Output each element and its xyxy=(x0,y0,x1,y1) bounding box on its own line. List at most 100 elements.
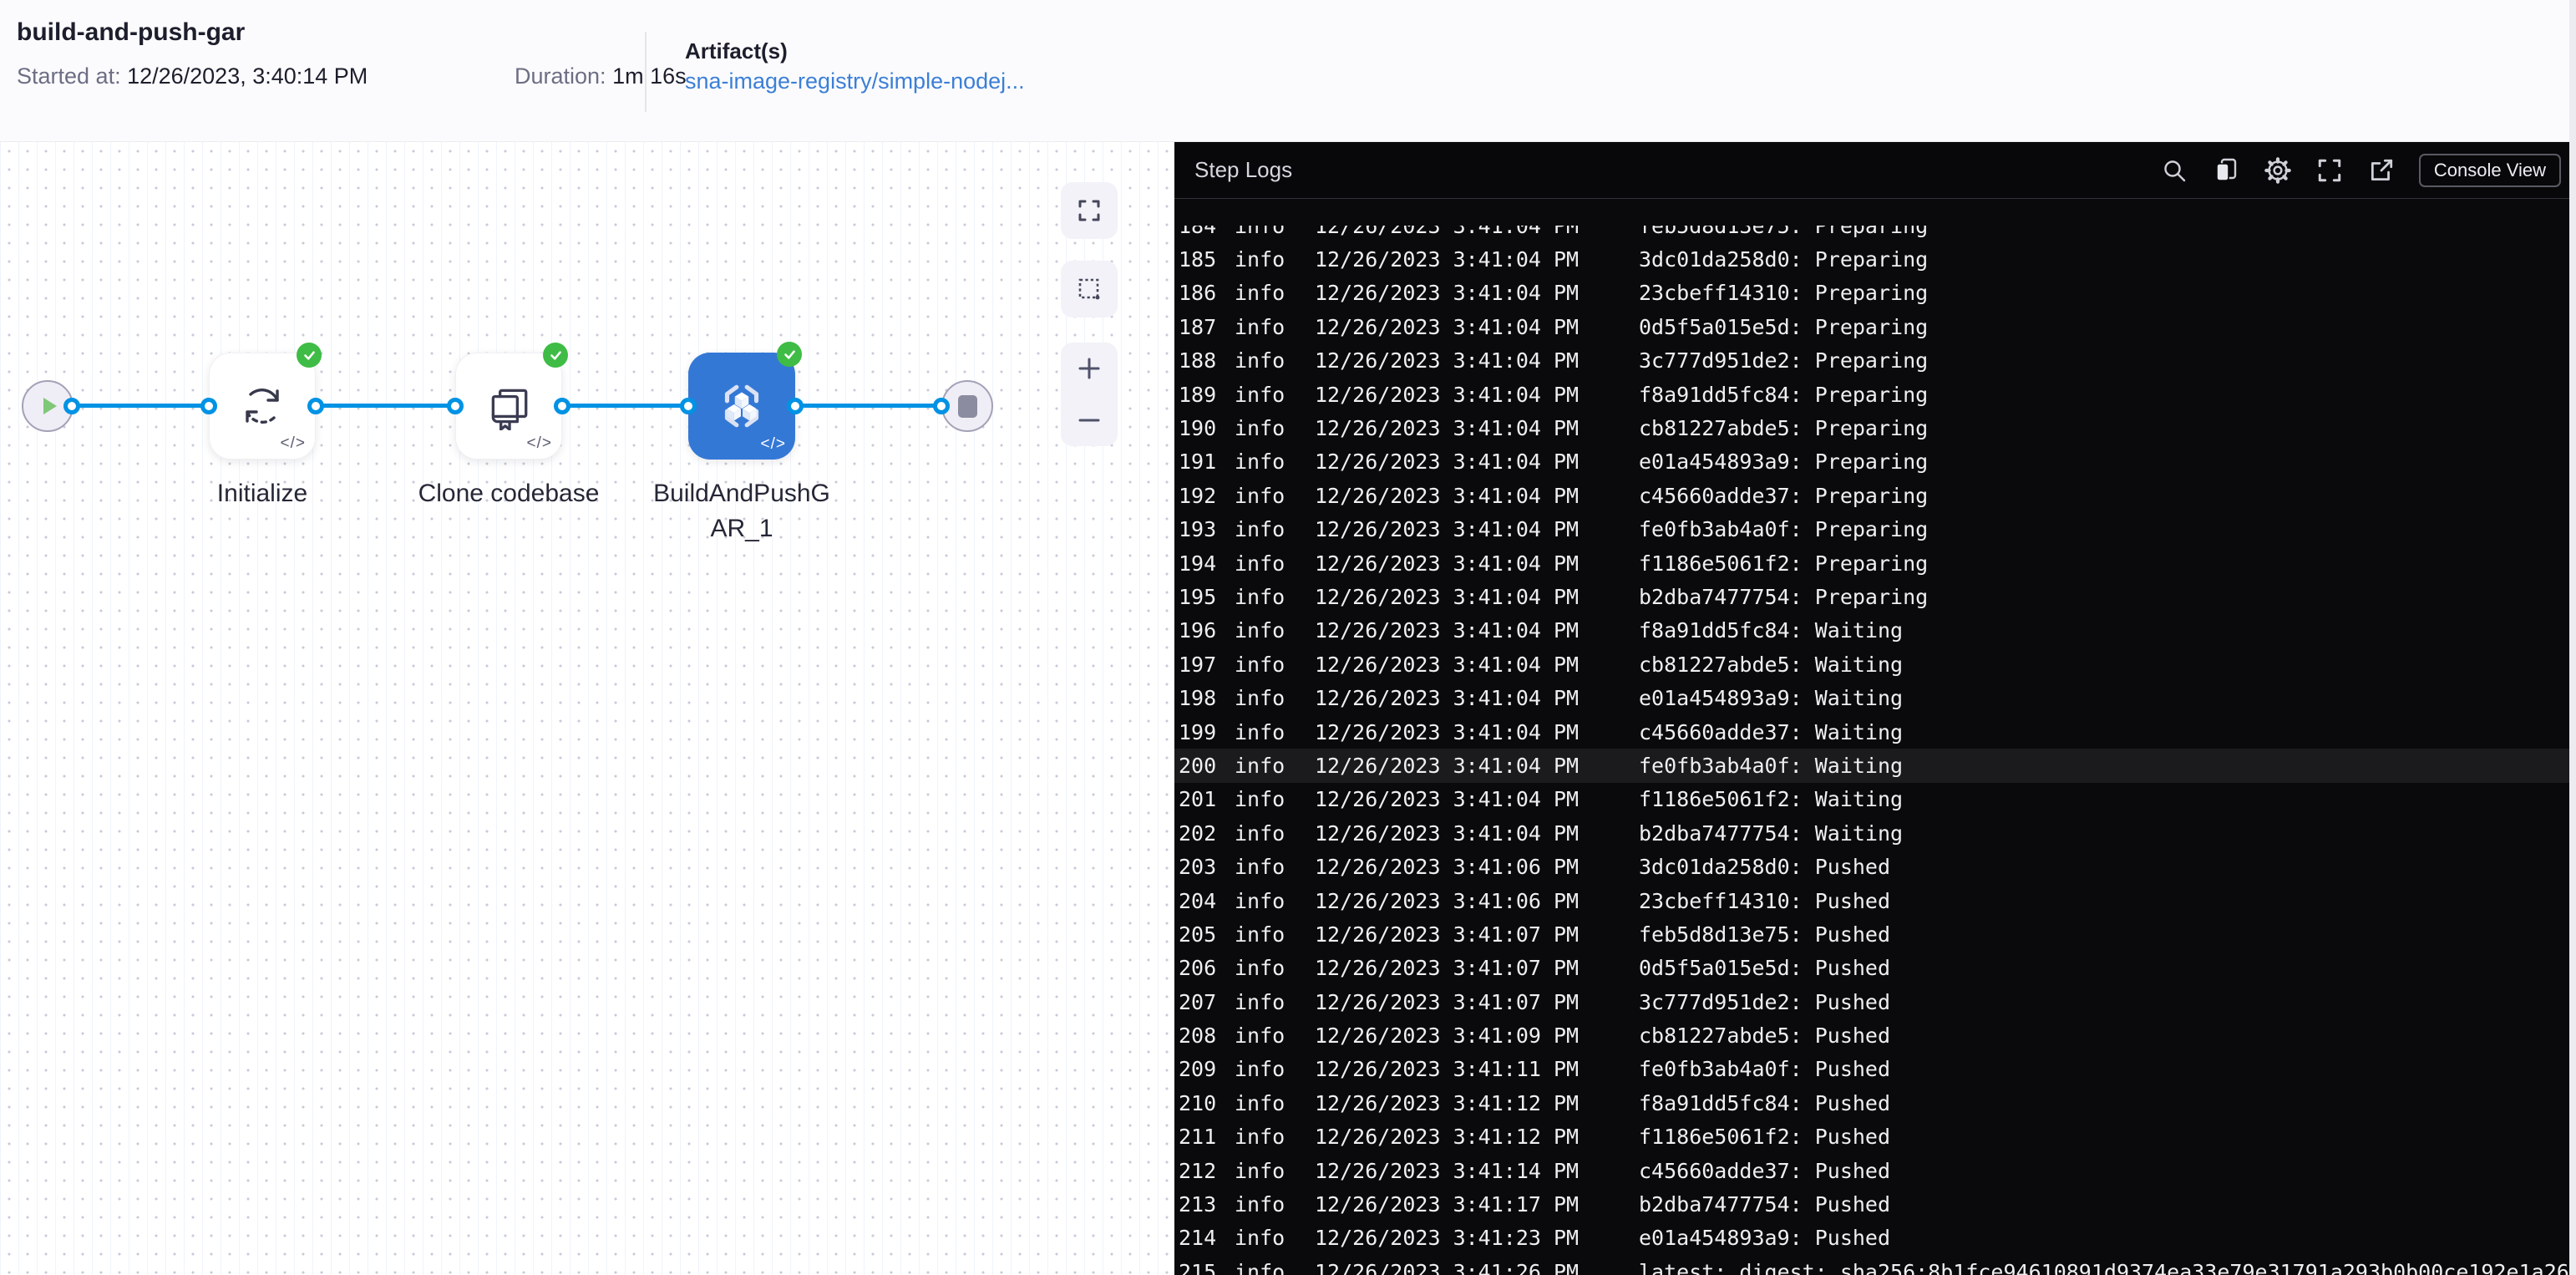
code-glyph: </> xyxy=(280,434,306,452)
log-level: info xyxy=(1235,686,1285,711)
log-row: 207 info 12/26/2023 3:41:07 PM 3c777d951de2… xyxy=(1174,985,2576,1018)
log-line-number: 214 xyxy=(1179,1226,1217,1251)
port xyxy=(680,398,697,414)
log-line-number: 207 xyxy=(1179,989,1217,1014)
log-level: info xyxy=(1235,1259,1285,1275)
log-level: info xyxy=(1235,922,1285,947)
port xyxy=(933,398,950,414)
log-line-number: 204 xyxy=(1179,888,1217,913)
log-message: e01a454893a9: Waiting xyxy=(1639,686,1904,711)
log-line-number: 201 xyxy=(1179,787,1217,812)
log-level: info xyxy=(1235,989,1285,1014)
log-timestamp: 12/26/2023 3:41:26 PM xyxy=(1315,1259,1580,1275)
log-message: e01a454893a9: Pushed xyxy=(1639,1226,1891,1251)
log-line-number: 188 xyxy=(1179,348,1217,373)
log-line-number: 194 xyxy=(1179,551,1217,576)
select-mode-button[interactable] xyxy=(1061,261,1118,317)
log-line-number: 213 xyxy=(1179,1192,1217,1217)
artifact-registry-icon xyxy=(714,378,769,434)
log-row: 200 info 12/26/2023 3:41:04 PM fe0fb3ab4a0f… xyxy=(1174,749,2576,783)
log-message: b2dba7477754: Preparing xyxy=(1639,584,1929,609)
edge xyxy=(795,404,941,408)
log-message: cb81227abde5: Waiting xyxy=(1639,652,1904,677)
port xyxy=(63,398,80,414)
log-row: 205 info 12/26/2023 3:41:07 PM feb5d8d13e75… xyxy=(1174,917,2576,951)
step-node-initialize[interactable]: </> xyxy=(209,343,322,460)
edge xyxy=(316,404,455,408)
log-level: info xyxy=(1235,247,1285,272)
log-message: fe0fb3ab4a0f: Preparing xyxy=(1639,517,1929,542)
log-level: info xyxy=(1235,956,1285,981)
expand-canvas-button[interactable] xyxy=(1061,182,1118,239)
step-logs-title: Step Logs xyxy=(1194,157,1293,182)
port xyxy=(200,398,217,414)
log-row: 208 info 12/26/2023 3:41:09 PM cb81227abde5… xyxy=(1174,1018,2576,1052)
log-timestamp: 12/26/2023 3:41:04 PM xyxy=(1315,652,1580,677)
selection-icon xyxy=(1077,277,1102,302)
zoom-in-button[interactable] xyxy=(1061,343,1118,394)
zoom-out-button[interactable] xyxy=(1061,394,1118,446)
port xyxy=(307,398,324,414)
log-message: 0d5f5a015e5d: Preparing xyxy=(1639,314,1929,339)
log-row: 192 info 12/26/2023 3:41:04 PM c45660adde37… xyxy=(1174,479,2576,512)
log-level: info xyxy=(1235,416,1285,441)
log-message: 3c777d951de2: Pushed xyxy=(1639,989,1891,1014)
log-level: info xyxy=(1235,888,1285,913)
log-level: info xyxy=(1235,820,1285,846)
fullscreen-icon[interactable] xyxy=(2315,156,2344,185)
log-line-number: 185 xyxy=(1179,247,1217,272)
log-timestamp: 12/26/2023 3:41:04 PM xyxy=(1315,247,1580,272)
log-scroll-area[interactable]: 184 info 12/26/2023 3:41:04 PM feb5d8d13e75… xyxy=(1174,226,2576,1275)
log-timestamp: 12/26/2023 3:41:23 PM xyxy=(1315,1226,1580,1251)
log-timestamp: 12/26/2023 3:41:04 PM xyxy=(1315,416,1580,441)
log-level: info xyxy=(1235,618,1285,643)
log-line-number: 196 xyxy=(1179,618,1217,643)
code-glyph: </> xyxy=(760,435,786,453)
log-row: 201 info 12/26/2023 3:41:04 PM f1186e5061f2… xyxy=(1174,783,2576,816)
log-row: 199 info 12/26/2023 3:41:04 PM c45660adde37… xyxy=(1174,715,2576,749)
log-level: info xyxy=(1235,855,1285,880)
log-message: e01a454893a9: Preparing xyxy=(1639,450,1929,475)
log-line-number: 197 xyxy=(1179,652,1217,677)
step-label-clone-codebase: Clone codebase xyxy=(418,480,600,507)
log-message: b2dba7477754: Waiting xyxy=(1639,820,1904,846)
log-row: 211 info 12/26/2023 3:41:12 PM f1186e5061f2… xyxy=(1174,1120,2576,1154)
pipeline-canvas[interactable]: </> </> </> Initialize Clone codebase Bu… xyxy=(0,142,1174,1275)
log-row: 191 info 12/26/2023 3:41:04 PM e01a454893a9… xyxy=(1174,445,2576,479)
search-icon[interactable] xyxy=(2160,156,2188,185)
step-node-clone-codebase[interactable]: </> xyxy=(455,343,568,460)
scrollbar[interactable] xyxy=(2569,0,2576,1275)
step-logs-header: Step Logs Console View xyxy=(1174,142,2576,199)
log-message: c45660adde37: Waiting xyxy=(1639,719,1904,744)
log-timestamp: 12/26/2023 3:41:07 PM xyxy=(1315,922,1580,947)
log-row: 215 info 12/26/2023 3:41:26 PM latest: dige… xyxy=(1174,1255,2576,1275)
log-message: 0d5f5a015e5d: Pushed xyxy=(1639,956,1891,981)
log-line-number: 190 xyxy=(1179,416,1217,441)
log-timestamp: 12/26/2023 3:41:04 PM xyxy=(1315,382,1580,407)
log-level: info xyxy=(1235,483,1285,508)
copy-icon[interactable] xyxy=(2212,156,2240,185)
log-message: fe0fb3ab4a0f: Waiting xyxy=(1639,753,1904,778)
open-in-new-icon[interactable] xyxy=(2367,156,2396,185)
log-line-number: 198 xyxy=(1179,686,1217,711)
log-message: 3c777d951de2: Preparing xyxy=(1639,348,1929,373)
log-timestamp: 12/26/2023 3:41:07 PM xyxy=(1315,989,1580,1014)
log-timestamp: 12/26/2023 3:41:04 PM xyxy=(1315,348,1580,373)
log-timestamp: 12/26/2023 3:41:04 PM xyxy=(1315,450,1580,475)
step-label-initialize: Initialize xyxy=(216,480,308,507)
plus-icon xyxy=(1076,355,1103,382)
log-timestamp: 12/26/2023 3:41:04 PM xyxy=(1315,719,1580,744)
clone-codebase-icon xyxy=(484,382,533,430)
artifact-link[interactable]: sna-image-registry/simple-nodej... xyxy=(685,69,1025,94)
log-line-number: 184 xyxy=(1179,226,1217,238)
step-logs-panel: Step Logs Console View 184 info 12/26/20… xyxy=(1174,142,2576,1275)
log-row: 210 info 12/26/2023 3:41:12 PM f8a91dd5fc84… xyxy=(1174,1086,2576,1120)
settings-icon[interactable] xyxy=(2264,156,2292,185)
execution-header: build-and-push-gar Started at: 12/26/202… xyxy=(0,0,2576,142)
step-label-build-and-push-gar: BuildAndPushG AR_1 xyxy=(633,476,850,546)
log-message: f1186e5061f2: Pushed xyxy=(1639,1125,1891,1150)
step-node-build-and-push-gar[interactable]: </> xyxy=(688,342,802,460)
log-row: 186 info 12/26/2023 3:41:04 PM 23cbeff14310… xyxy=(1174,277,2576,310)
console-view-button[interactable]: Console View xyxy=(2418,153,2561,187)
log-timestamp: 12/26/2023 3:41:09 PM xyxy=(1315,1024,1580,1049)
